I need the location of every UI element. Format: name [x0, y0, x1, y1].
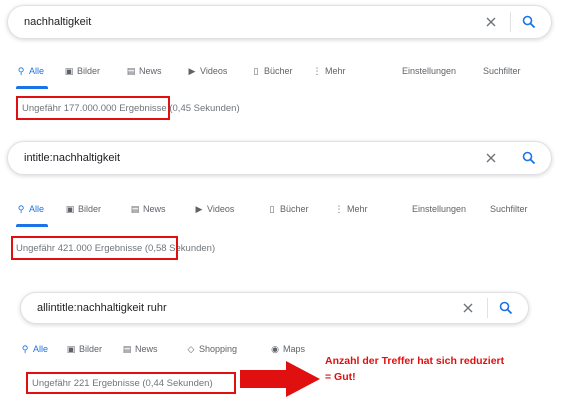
tab-alle[interactable]: ⚲ Alle: [20, 344, 48, 355]
search-tabs-1: ⚲ Alle ▣ Bilder ▤ News ▶ Videos ▯ Bücher ⋮ Meh…: [8, 62, 553, 80]
annotation-text: Anzahl der Treffer hat sich reduziert = …: [325, 353, 504, 385]
image-icon: ▣: [64, 65, 74, 76]
search-tabs-3: ⚲ Alle ▣ Bilder ▤ News ◇ Shopping ◉ Maps: [20, 340, 350, 358]
search-icon: ⚲: [21, 343, 29, 354]
divider: [487, 298, 488, 318]
tab-buecher[interactable]: ▯ Bücher: [251, 66, 293, 77]
tab-label: Alle: [33, 344, 49, 354]
tab-videos[interactable]: ▶ Videos: [194, 203, 235, 215]
tab-news[interactable]: ▤ News: [122, 344, 158, 355]
tab-label: Videos: [207, 204, 235, 214]
search-box-2[interactable]: intitle:nachhaltigkeit: [7, 141, 552, 175]
maps-icon: ◉: [271, 343, 279, 354]
tab-einstellungen[interactable]: Einstellungen: [412, 204, 466, 214]
tab-label: Suchfilter: [490, 204, 528, 214]
tab-label: Bilder: [78, 204, 102, 214]
tab-mehr[interactable]: ⋮ Mehr: [312, 66, 346, 77]
search-icon: ⚲: [17, 203, 25, 214]
highlight-box-2: [11, 236, 178, 260]
search-box-1[interactable]: nachhaltigkeit: [7, 5, 552, 39]
tab-mehr[interactable]: ⋮ Mehr: [334, 204, 368, 215]
tab-label: News: [139, 66, 162, 76]
close-icon[interactable]: [459, 299, 477, 317]
tab-videos[interactable]: ▶ Videos: [187, 65, 228, 77]
tab-alle[interactable]: ⚲ Alle: [16, 66, 44, 77]
tab-buecher[interactable]: ▯ Bücher: [267, 204, 309, 215]
news-icon: ▤: [126, 65, 136, 76]
tab-label: Mehr: [347, 204, 368, 214]
tab-label: Einstellungen: [402, 66, 457, 76]
divider: [510, 148, 511, 168]
video-icon: ▶: [195, 203, 203, 214]
tab-einstellungen[interactable]: Einstellungen: [402, 66, 456, 76]
tab-label: Mehr: [325, 66, 346, 76]
tab-maps[interactable]: ◉ Maps: [270, 344, 305, 355]
results-time: (0,45 Sekunden): [169, 103, 240, 114]
search-tabs-2: ⚲ Alle ▣ Bilder ▤ News ▶ Videos ▯ Bücher ⋮ Meh…: [8, 200, 553, 218]
tab-news[interactable]: ▤ News: [126, 66, 162, 77]
tab-label: Shopping: [199, 344, 238, 354]
book-icon: ▯: [253, 65, 259, 76]
search-icon[interactable]: [519, 12, 539, 32]
tab-label: Bilder: [77, 66, 101, 76]
tab-label: News: [135, 344, 158, 354]
arrow-right-icon: [240, 361, 320, 397]
active-tab-indicator: [16, 86, 48, 89]
active-tab-indicator: [16, 224, 48, 227]
close-icon[interactable]: [482, 149, 500, 167]
news-icon: ▤: [122, 343, 132, 354]
search-icon[interactable]: [519, 148, 539, 168]
close-icon[interactable]: [482, 13, 500, 31]
search-icon[interactable]: [496, 298, 516, 318]
tab-label: Suchfilter: [483, 66, 521, 76]
tab-label: Alle: [29, 204, 45, 214]
tab-news[interactable]: ▤ News: [130, 204, 166, 215]
tab-bilder[interactable]: ▣ Bilder: [65, 204, 101, 215]
book-icon: ▯: [269, 203, 275, 214]
search-input[interactable]: nachhaltigkeit: [8, 16, 482, 28]
more-icon: ⋮: [334, 203, 344, 214]
tab-bilder[interactable]: ▣ Bilder: [64, 66, 100, 77]
video-icon: ▶: [188, 65, 196, 76]
search-box-3[interactable]: allintitle:nachhaltigkeit ruhr: [20, 292, 529, 324]
annotation-line-1: Anzahl der Treffer hat sich reduziert: [325, 355, 505, 367]
divider: [510, 12, 511, 32]
tab-label: Maps: [283, 344, 306, 354]
tab-label: Bücher: [280, 204, 309, 214]
search-icon: ⚲: [17, 65, 25, 76]
tab-bilder[interactable]: ▣ Bilder: [66, 344, 102, 355]
search-input[interactable]: intitle:nachhaltigkeit: [8, 152, 482, 164]
tab-label: News: [143, 204, 166, 214]
tab-suchfilter[interactable]: Suchfilter: [483, 66, 521, 76]
tab-label: Bücher: [264, 66, 293, 76]
search-input[interactable]: allintitle:nachhaltigkeit ruhr: [21, 302, 459, 314]
tab-suchfilter[interactable]: Suchfilter: [490, 204, 528, 214]
image-icon: ▣: [65, 203, 75, 214]
image-icon: ▣: [66, 343, 76, 354]
news-icon: ▤: [130, 203, 140, 214]
highlight-box-3: [26, 372, 236, 394]
tab-alle[interactable]: ⚲ Alle: [16, 204, 44, 215]
annotation-line-2: = Gut!: [325, 371, 356, 383]
tab-label: Alle: [29, 66, 45, 76]
highlight-box-1: [16, 96, 170, 120]
tab-label: Einstellungen: [412, 204, 467, 214]
more-icon: ⋮: [312, 65, 322, 76]
tab-shopping[interactable]: ◇ Shopping: [186, 343, 238, 355]
tab-label: Videos: [200, 66, 228, 76]
tab-label: Bilder: [79, 344, 103, 354]
shopping-icon: ◇: [187, 343, 195, 354]
